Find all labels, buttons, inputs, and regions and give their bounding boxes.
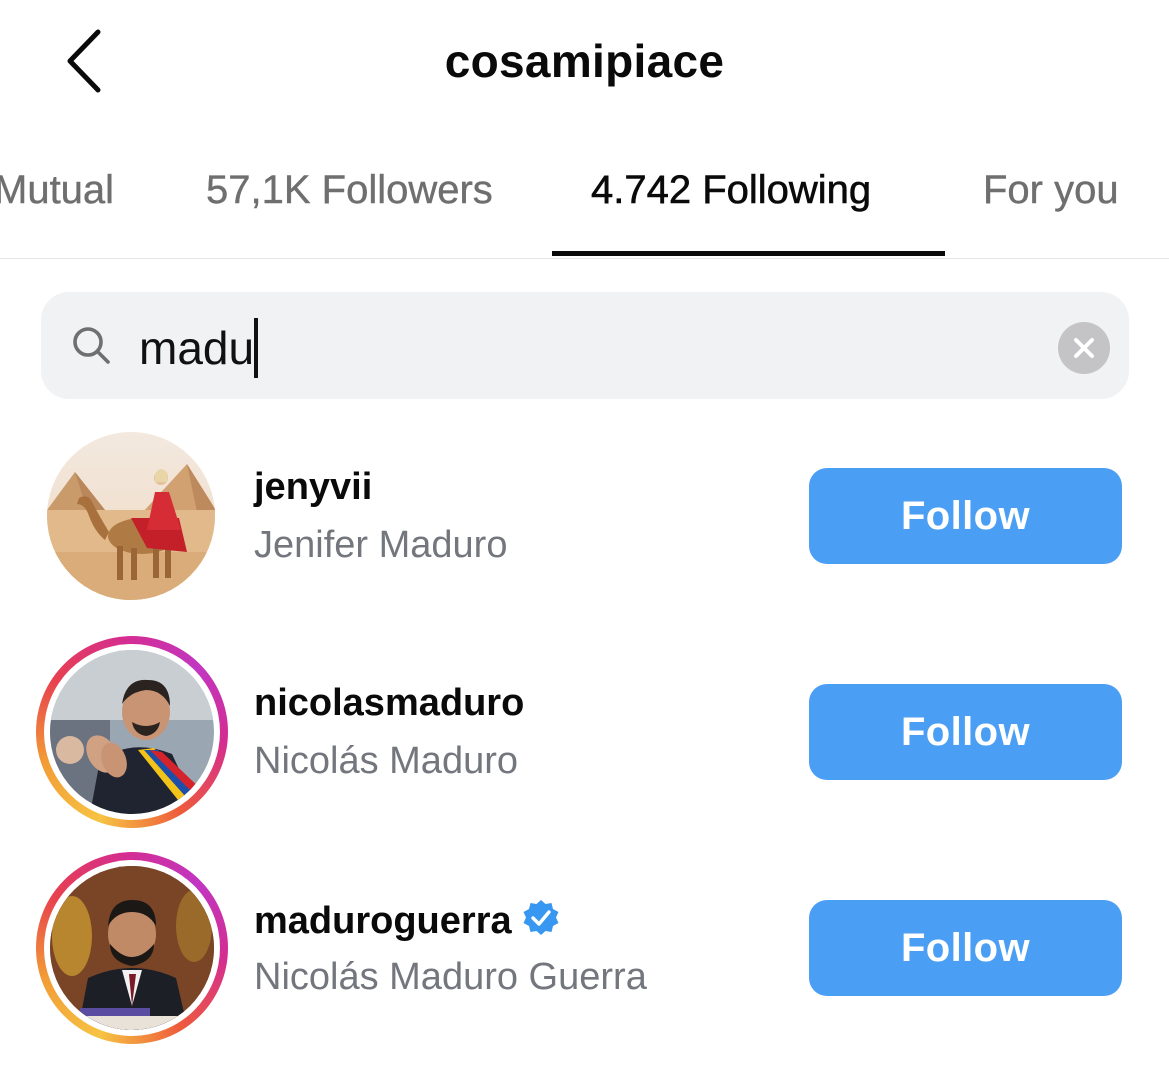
avatar-image	[47, 432, 215, 600]
full-name: Nicolás Maduro Guerra	[254, 956, 647, 998]
verified-badge-icon	[523, 900, 559, 935]
avatar-image	[50, 650, 214, 814]
username-text: maduroguerra	[254, 900, 512, 942]
search-icon	[73, 327, 110, 364]
avatar-story-ring[interactable]	[36, 636, 228, 828]
list-item[interactable]: jenyvii Jenifer Maduro Follow	[0, 432, 1169, 648]
tab-followers[interactable]: 57,1K Followers	[206, 168, 493, 213]
avatar-image	[50, 866, 214, 1030]
list-item[interactable]: nicolasmaduro Nicolás Maduro Follow	[0, 636, 1169, 852]
page-title: cosamipiace	[444, 35, 725, 87]
clear-icon	[1074, 338, 1094, 358]
tab-following[interactable]: 4.742 Following	[591, 168, 872, 213]
clear-search-button[interactable]	[1058, 322, 1110, 374]
avatar-ring-gap	[44, 644, 220, 820]
username[interactable]: jenyvii	[254, 466, 372, 509]
follow-button[interactable]: Follow	[809, 900, 1122, 996]
full-name: Nicolás Maduro	[254, 740, 518, 782]
avatar[interactable]	[47, 432, 215, 600]
top-bar: cosamipiace	[0, 0, 1169, 124]
username[interactable]: maduroguerra	[254, 898, 562, 943]
avatar-ring-gap	[44, 860, 220, 1036]
tab-for-you[interactable]: For you	[983, 168, 1119, 213]
full-name: Jenifer Maduro	[254, 524, 508, 566]
list-item[interactable]: maduroguerra Nicolás Maduro Guerra Follo…	[0, 852, 1169, 1068]
avatar	[50, 650, 214, 814]
username[interactable]: nicolasmaduro	[254, 682, 524, 725]
search-bar[interactable]	[41, 292, 1129, 399]
follow-button[interactable]: Follow	[809, 468, 1122, 564]
avatar	[50, 866, 214, 1030]
follow-button[interactable]: Follow	[809, 684, 1122, 780]
profile-tabs: Mutual 57,1K Followers 4.742 Following F…	[0, 124, 1169, 259]
tab-mutual[interactable]: Mutual	[0, 168, 114, 213]
avatar-story-ring[interactable]	[36, 852, 228, 1044]
active-tab-indicator	[552, 251, 945, 256]
